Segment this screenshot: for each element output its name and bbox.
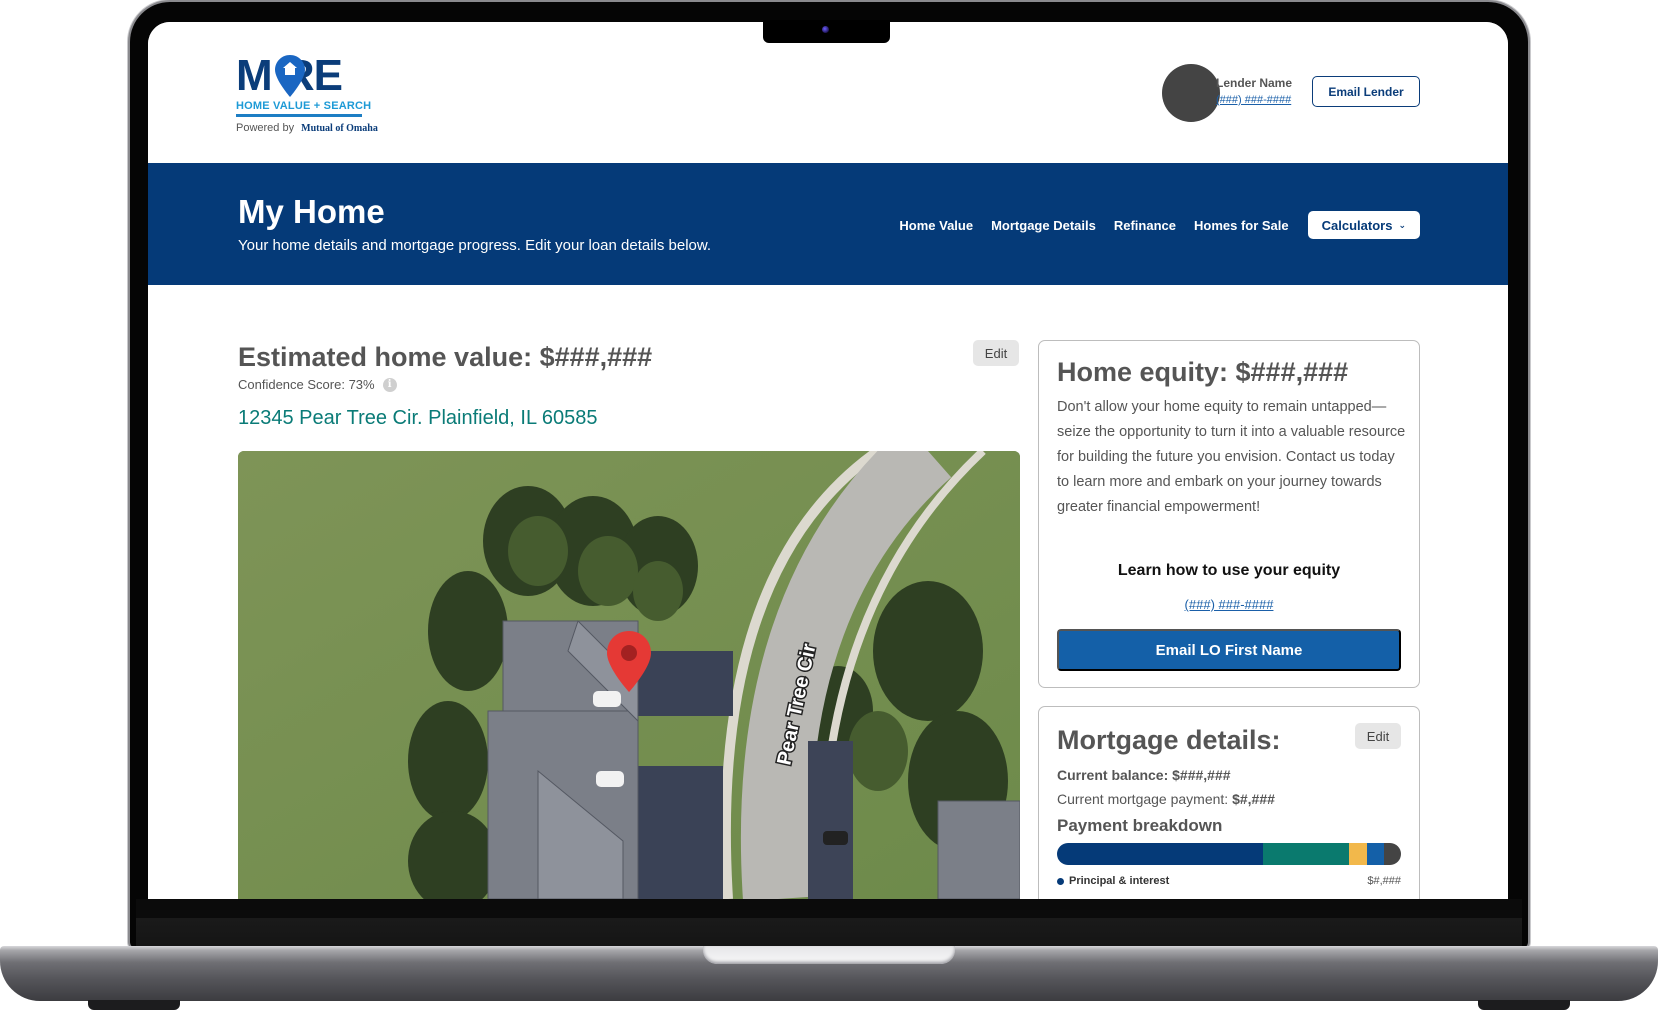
email-lender-button[interactable]: Email Lender [1312,76,1420,107]
property-address: 12345 Pear Tree Cir. Plainfield, IL 6058… [238,407,598,429]
confidence-score-label: Confidence Score: 73% [238,377,375,392]
logo-tagline: HOME VALUE + SEARCH [236,100,372,112]
partner-logo: Mutual of Omaha [301,123,378,134]
payment-breakdown-title: Payment breakdown [1057,816,1223,835]
current-payment-label: Current mortgage payment: [1057,791,1233,807]
page-header-band: My Home Your home details and mortgage p… [148,163,1508,285]
breakdown-segment-5 [1383,843,1401,865]
current-payment: Current mortgage payment: $#,### [1057,791,1275,807]
nav-refinance[interactable]: Refinance [1114,218,1176,233]
current-balance: Current balance: $###,### [1057,767,1231,783]
house-pin-icon [275,55,305,97]
home-equity-title: Home equity: $###,### [1057,357,1349,387]
breakdown-legend-row: Principal & interest $#,### [1057,875,1401,887]
lender-avatar [1162,64,1220,122]
main-nav: Home Value Mortgage Details Refinance Ho… [881,211,1420,239]
top-bar: M RE HOME VALUE + SEARCH Powered by Mutu… [148,22,1508,163]
email-lo-button[interactable]: Email LO First Name [1057,629,1401,671]
camera-notch [763,20,890,43]
calculators-label: Calculators [1321,217,1393,233]
laptop-foot-right [1478,1000,1570,1010]
mortgage-details-card: Mortgage details: Edit Current balance: … [1038,706,1420,899]
edit-home-value-button[interactable]: Edit [973,340,1019,366]
camera-icon [822,26,829,33]
mortgage-details-title: Mortgage details: [1057,725,1281,755]
nav-homes-for-sale[interactable]: Homes for Sale [1194,218,1289,233]
equity-phone-link[interactable]: (###) ###-#### [1039,597,1419,612]
confidence-score: Confidence Score: 73% i [238,377,397,392]
more-logo[interactable]: M RE HOME VALUE + SEARCH Powered by Mutu… [236,52,378,156]
calculators-dropdown[interactable]: Calculators ⌄ [1307,211,1420,239]
breakdown-segment-1 [1057,843,1264,865]
payment-breakdown-bar [1057,843,1401,865]
breakdown-segment-2 [1263,843,1350,865]
legend-dot-icon [1057,877,1064,885]
logo-divider [236,114,362,117]
laptop-opening-lip [703,946,955,964]
nav-mortgage-details[interactable]: Mortgage Details [991,218,1096,233]
laptop-foot-left [88,1000,180,1010]
page-title: My Home [238,193,385,230]
map-imagery: Pear Tree Cir [238,451,1020,899]
app-screen: M RE HOME VALUE + SEARCH Powered by Mutu… [148,22,1508,899]
learn-equity-heading: Learn how to use your equity [1117,562,1341,579]
home-equity-card: Home equity: $###,### Don't allow your h… [1038,340,1420,688]
legend-label: Principal & interest [1057,875,1169,887]
nav-home-value[interactable]: Home Value [899,218,973,233]
chevron-down-icon: ⌄ [1398,219,1406,230]
laptop-bezel-bottom [136,899,1522,946]
lender-name: Lender Name [1216,76,1293,90]
legend-principal-value: $#,### [1367,875,1401,887]
breakdown-segment-4 [1366,843,1384,865]
powered-by: Powered by Mutual of Omaha [236,122,378,134]
legend-principal-label: Principal & interest [1069,875,1170,887]
breakdown-segment-3 [1349,843,1367,865]
lender-phone-link[interactable]: (###) ###-#### [1216,94,1291,106]
current-payment-value: $#,### [1232,791,1275,807]
satellite-map[interactable]: Pear Tree Cir [238,451,1020,899]
edit-mortgage-button[interactable]: Edit [1355,723,1401,749]
page-subtitle: Your home details and mortgage progress.… [238,237,712,254]
info-icon[interactable]: i [382,377,397,392]
estimated-home-value: Estimated home value: $###,### [238,342,653,372]
home-equity-description: Don't allow your home equity to remain u… [1057,399,1406,515]
powered-by-label: Powered by [236,122,295,134]
